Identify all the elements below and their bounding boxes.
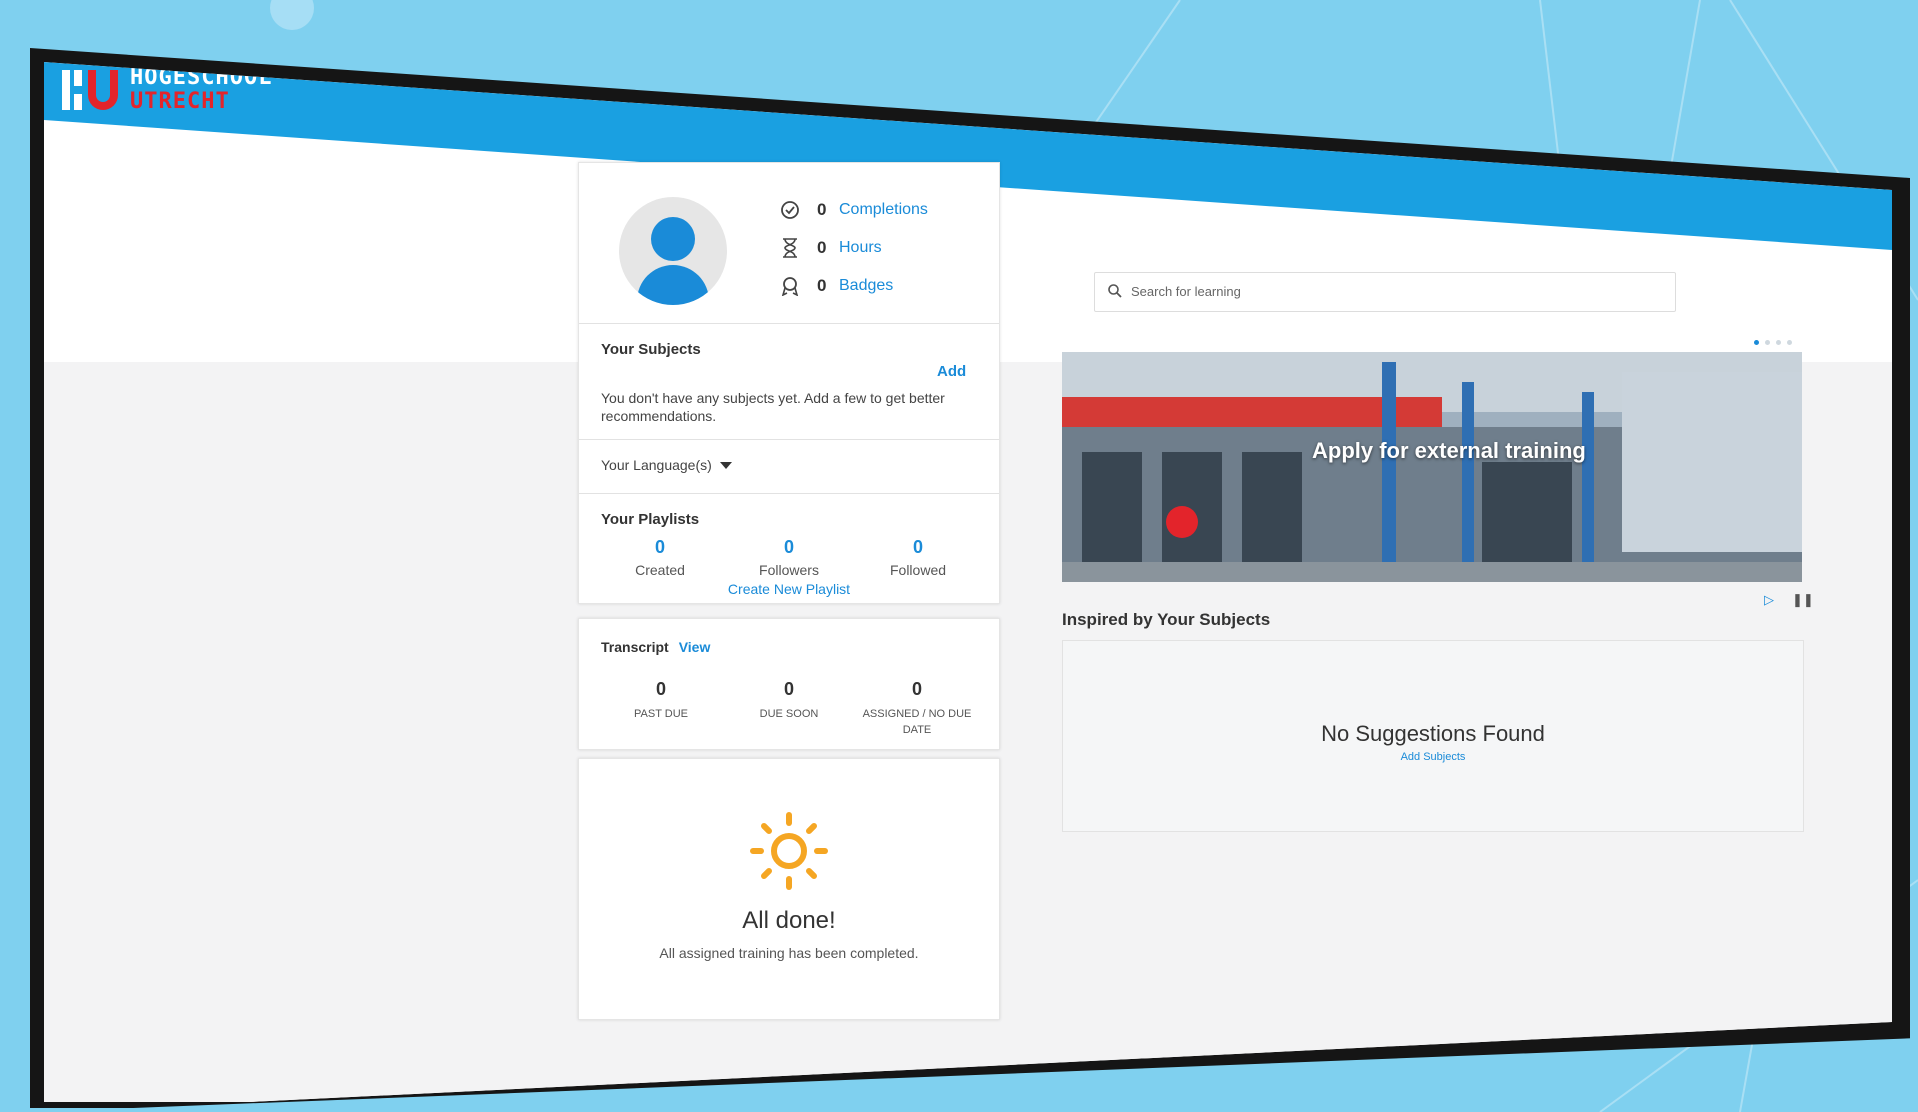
due-soon-label: DUE SOON — [759, 708, 819, 720]
past-due-label: PAST DUE — [634, 708, 688, 720]
all-done-title: All done! — [742, 907, 836, 934]
due-soon-count: 0 — [783, 679, 794, 699]
playlists-followers[interactable]: 0 Followers — [734, 537, 844, 578]
profile-card: 0 Completions 0 Hours 0 Badges Your Subj… — [578, 162, 1000, 604]
carousel-dot[interactable] — [1776, 340, 1781, 345]
hours-count: 0 — [817, 238, 827, 257]
followers-label: Followers — [759, 562, 819, 578]
transcript-due-soon[interactable]: 0 DUE SOON — [729, 679, 849, 722]
language-label: Your Language(s) — [601, 457, 712, 473]
hours-link[interactable]: Hours — [839, 239, 882, 257]
carousel-dots[interactable] — [1754, 340, 1792, 345]
followed-count: 0 — [912, 537, 923, 557]
hourglass-icon — [779, 237, 801, 259]
playlists-title: Your Playlists — [601, 511, 700, 528]
divider — [579, 323, 999, 324]
transcript-past-due[interactable]: 0 PAST DUE — [601, 679, 721, 722]
created-label: Created — [635, 562, 685, 578]
inspired-title: Inspired by Your Subjects — [1062, 610, 1271, 629]
search-icon — [1107, 283, 1123, 304]
check-circle-icon — [779, 199, 801, 221]
create-playlist-link[interactable]: Create New Playlist — [579, 581, 999, 597]
carousel-dot[interactable] — [1787, 340, 1792, 345]
past-due-count: 0 — [655, 679, 666, 699]
transcript-card: Transcript View 0 PAST DUE 0 DUE SOON 0 … — [578, 618, 1000, 750]
transcript-view-link[interactable]: View — [679, 639, 711, 655]
followers-count: 0 — [783, 537, 794, 557]
avatar[interactable] — [619, 197, 727, 305]
subjects-empty-text: You don't have any subjects yet. Add a f… — [601, 390, 945, 424]
subjects-title: Your Subjects — [601, 341, 701, 358]
stat-hours[interactable]: 0 Hours — [779, 237, 882, 259]
carousel-dot[interactable] — [1765, 340, 1770, 345]
hu-logo-mark — [62, 68, 120, 112]
divider — [579, 493, 999, 494]
play-icon[interactable]: ▷ — [1764, 592, 1774, 608]
carousel-dot[interactable] — [1754, 340, 1759, 345]
language-dropdown[interactable]: Your Language(s) — [601, 457, 732, 473]
search-input[interactable]: Search for learning — [1094, 272, 1676, 312]
banner-caption: Apply for external training — [1312, 438, 1586, 463]
stat-completions[interactable]: 0 Completions — [779, 199, 928, 221]
badges-link[interactable]: Badges — [839, 277, 893, 295]
created-count: 0 — [654, 537, 665, 557]
badge-icon — [779, 275, 801, 297]
completions-count: 0 — [817, 200, 827, 219]
carousel-banner[interactable]: Apply for external training — [1062, 352, 1802, 582]
suggestions-panel: No Suggestions Found Add Subjects — [1062, 640, 1804, 832]
transcript-title: Transcript — [601, 639, 669, 655]
brand-line-2: UTRECHT — [130, 89, 230, 114]
search-placeholder: Search for learning — [1131, 284, 1241, 299]
transcript-assigned[interactable]: 0 ASSIGNED / NO DUE DATE — [857, 679, 977, 738]
add-subject-link[interactable]: Add — [937, 363, 966, 380]
pause-icon[interactable]: ❚❚ — [1792, 592, 1814, 608]
followed-label: Followed — [889, 562, 947, 578]
caret-down-icon — [719, 461, 732, 469]
app-screen: HOGESCHOOL UTRECHT 0 Completions 0 Hours — [44, 62, 1892, 1102]
all-done-subtitle: All assigned training has been completed… — [659, 945, 919, 961]
stat-badges[interactable]: 0 Badges — [779, 275, 893, 297]
assigned-label: ASSIGNED / NO DUE DATE — [862, 708, 972, 736]
sun-icon — [749, 811, 829, 896]
transcript-header: Transcript View — [601, 639, 710, 655]
completions-link[interactable]: Completions — [839, 201, 928, 219]
assigned-count: 0 — [911, 679, 922, 699]
building-photo — [1062, 352, 1802, 582]
badges-count: 0 — [817, 276, 827, 295]
divider — [579, 439, 999, 440]
all-done-card: All done! All assigned training has been… — [578, 758, 1000, 1020]
no-suggestions-text: No Suggestions Found — [1321, 721, 1545, 746]
playlists-followed[interactable]: 0 Followed — [863, 537, 973, 578]
add-subjects-link[interactable]: Add Subjects — [1063, 751, 1803, 763]
playlists-created[interactable]: 0 Created — [605, 537, 715, 578]
